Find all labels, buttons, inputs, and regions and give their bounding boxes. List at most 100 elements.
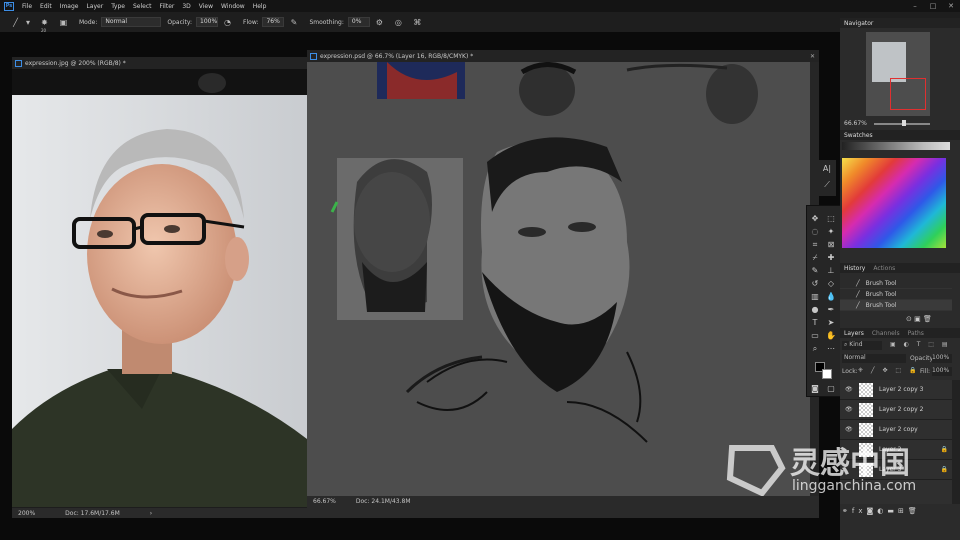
pressure-size-icon[interactable]: ◎	[393, 17, 404, 28]
snapshot-icon[interactable]: ⊙	[906, 315, 912, 323]
symmetry-icon[interactable]: ⌘	[412, 17, 423, 28]
fx-icon[interactable]: fx	[852, 507, 867, 515]
mask-icon[interactable]: ◙	[866, 507, 877, 515]
menu-help[interactable]: Help	[253, 3, 267, 10]
history-item-active[interactable]: ╱ Brush Tool	[840, 300, 952, 311]
tab-paths[interactable]: Paths	[908, 330, 924, 337]
smoothing-input[interactable]: 0%	[347, 17, 370, 27]
menu-filter[interactable]: Filter	[160, 3, 175, 10]
layer-row[interactable]: 👁 Layer 2 copy 3	[840, 380, 952, 400]
zoom-slider-thumb[interactable]	[902, 120, 906, 126]
reference-document-window[interactable]: expression.jpg @ 200% (RGB/8) * 200% Doc…	[12, 57, 307, 518]
zoom-readout[interactable]: 200%	[18, 510, 35, 517]
blur-tool-icon[interactable]: 💧	[825, 292, 837, 302]
eye-icon[interactable]: 👁	[845, 386, 853, 394]
flow-input[interactable]: 76%	[262, 17, 285, 27]
maximize-icon[interactable]: □	[924, 0, 942, 12]
character-panel-icon[interactable]: A|	[821, 164, 833, 174]
eyedropper-icon[interactable]: ⌿	[809, 253, 821, 263]
quick-mask-icon[interactable]: ◙	[809, 384, 821, 394]
hand-tool-icon[interactable]: ✋	[825, 331, 837, 341]
close-tab-icon[interactable]: ✕	[810, 53, 815, 60]
menu-file[interactable]: File	[22, 3, 32, 10]
layers-scrollbar[interactable]	[952, 380, 960, 504]
brush-settings-panel-icon[interactable]: ⟋	[821, 180, 833, 190]
layer-filter-icons[interactable]: ▣ ◐ T ⬚ ▤	[890, 341, 951, 348]
navigator-zoom[interactable]: 66.67%	[844, 120, 867, 127]
fill-input[interactable]: 100%	[932, 367, 952, 376]
magic-wand-icon[interactable]: ✦	[825, 227, 837, 237]
camera-icon[interactable]: ▣	[914, 315, 921, 323]
background-color-swatch[interactable]	[822, 369, 832, 379]
recent-swatches[interactable]	[842, 142, 950, 150]
lasso-tool-icon[interactable]: ◌	[809, 227, 821, 237]
menu-image[interactable]: Image	[60, 3, 79, 10]
canvas[interactable]	[307, 62, 810, 496]
path-select-icon[interactable]: ➤	[825, 318, 837, 328]
pen-tool-icon[interactable]: ✒	[825, 305, 837, 315]
view-box[interactable]	[890, 78, 926, 110]
frame-tool-icon[interactable]: ⊠	[825, 240, 837, 250]
navigator-thumbnail[interactable]	[866, 32, 930, 116]
airbrush-icon[interactable]: ✎	[288, 17, 299, 28]
eraser-icon[interactable]: ◇	[825, 279, 837, 289]
lock-icons[interactable]: ⁜ ╱ ✥ ⬚ 🔒	[858, 367, 919, 374]
more-tools-icon[interactable]: ⋯	[825, 344, 837, 354]
menu-type[interactable]: Type	[111, 3, 125, 10]
brush-preset-icon[interactable]: ✸ 20	[39, 17, 50, 33]
layer-row[interactable]: 👁 Layer 2 copy 2	[840, 400, 952, 420]
minimize-icon[interactable]: –	[906, 0, 924, 12]
menu-edit[interactable]: Edit	[40, 3, 52, 10]
zoom-tool-icon[interactable]: ⌕	[809, 344, 821, 354]
doc-tab-main[interactable]: expression.psd @ 66.7% (Layer 16, RGB/8/…	[307, 50, 819, 62]
tab-channels[interactable]: Channels	[872, 330, 900, 337]
pressure-opacity-icon[interactable]: ◔	[222, 17, 233, 28]
zoom-readout[interactable]: 66.67%	[313, 498, 336, 505]
history-brush-icon[interactable]: ↺	[809, 279, 821, 289]
trash-icon[interactable]: 🗑	[908, 507, 921, 515]
type-tool-icon[interactable]: T	[809, 318, 821, 328]
tab-layers[interactable]: Layers	[844, 330, 864, 337]
gradient-tool-icon[interactable]: ▥	[809, 292, 821, 302]
menu-window[interactable]: Window	[221, 3, 245, 10]
tab-history[interactable]: History	[844, 265, 865, 272]
gear-icon[interactable]: ⚙	[374, 17, 385, 28]
marquee-tool-icon[interactable]: ⬚	[825, 214, 837, 224]
brush-tool-icon[interactable]: ╱	[10, 17, 21, 28]
healing-brush-icon[interactable]: ✚	[825, 253, 837, 263]
chevron-down-icon[interactable]: ▾	[25, 17, 31, 28]
navigator-panel-tab[interactable]: Navigator	[840, 18, 960, 28]
eye-icon[interactable]: 👁	[845, 406, 853, 414]
screen-mode-icon[interactable]: ▢	[825, 384, 837, 394]
dodge-tool-icon[interactable]: ●	[809, 305, 821, 315]
menu-view[interactable]: View	[199, 3, 213, 10]
new-layer-icon[interactable]: ⊞	[898, 507, 908, 515]
menu-layer[interactable]: Layer	[86, 3, 103, 10]
opacity-input[interactable]: 100%	[196, 17, 219, 27]
close-icon[interactable]: ✕	[942, 0, 960, 12]
mode-select[interactable]: Normal	[101, 17, 162, 27]
menu-select[interactable]: Select	[133, 3, 152, 10]
crop-tool-icon[interactable]: ⌗	[809, 240, 821, 250]
chevron-right-icon[interactable]: ›	[150, 510, 152, 517]
history-item[interactable]: ╱ Brush Tool	[840, 278, 952, 289]
swatches-panel-tab[interactable]: Swatches	[840, 130, 960, 140]
menu-3d[interactable]: 3D	[182, 3, 190, 10]
swatch-grid[interactable]	[842, 158, 946, 248]
eye-icon[interactable]: 👁	[845, 426, 853, 434]
layer-opacity-input[interactable]: 100%	[932, 354, 952, 363]
blend-mode-select[interactable]: Normal	[842, 354, 906, 363]
history-item[interactable]: ╱ Brush Tool	[840, 289, 952, 300]
doc-tab-reference[interactable]: expression.jpg @ 200% (RGB/8) *	[12, 57, 307, 69]
folder-icon[interactable]: ▬	[887, 507, 898, 515]
rectangle-tool-icon[interactable]: ▭	[809, 331, 821, 341]
move-tool-icon[interactable]: ✥	[809, 214, 821, 224]
brush-settings-icon[interactable]: ▣	[58, 17, 69, 28]
adjustment-icon[interactable]: ◐	[877, 507, 887, 515]
tab-actions[interactable]: Actions	[873, 265, 895, 272]
brush-tool-icon[interactable]: ✎	[809, 266, 821, 276]
trash-icon[interactable]: 🗑	[923, 315, 932, 323]
layer-filter-kind[interactable]: ⌕ Kind	[842, 341, 882, 350]
link-icon[interactable]: ⚭	[842, 507, 852, 515]
stamp-tool-icon[interactable]: ⊥	[825, 266, 837, 276]
